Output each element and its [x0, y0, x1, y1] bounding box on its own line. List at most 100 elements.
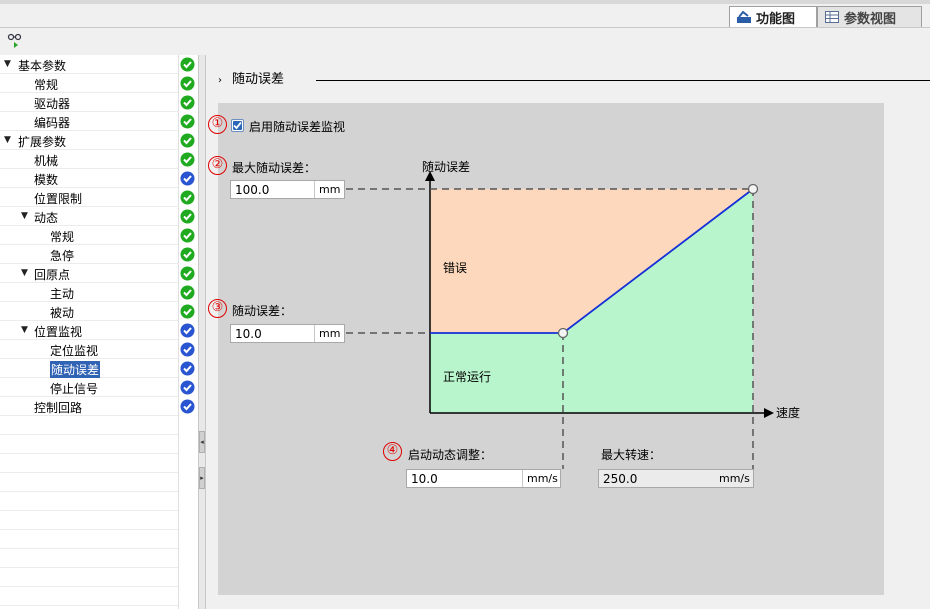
- enable-following-error-label: 启用随动误差监视: [249, 120, 346, 134]
- main-content: › 随动误差 随动误差 速度 错误 正常运行 ① 启用随动误差监视 ② 最大随动…: [206, 55, 930, 609]
- annotation-marker-3: ③: [208, 299, 227, 318]
- tree-item-label: 机械: [34, 154, 59, 168]
- tree-item[interactable]: ▼ 回原点: [0, 264, 178, 283]
- tree-item[interactable]: 位置限制: [0, 188, 178, 207]
- tree-item[interactable]: 常规: [0, 226, 178, 245]
- start-dynamic-adjust-label: 启动动态调整：: [408, 448, 493, 462]
- following-error-field[interactable]: 10.0 mm: [230, 324, 345, 343]
- tab-functional-view[interactable]: 功能图: [729, 6, 817, 27]
- expand-arrow-icon[interactable]: ▼: [4, 135, 11, 145]
- check-info-icon: [180, 399, 195, 414]
- panel-splitter[interactable]: ◂ ▸: [198, 55, 206, 609]
- tree-item-label: 定位监视: [50, 344, 99, 358]
- tree-item-label: 回原点: [34, 268, 71, 282]
- check-ok-icon: [180, 76, 195, 91]
- tree-item-label: 驱动器: [34, 97, 71, 111]
- tree-item-label: 位置限制: [34, 192, 83, 206]
- tree-item[interactable]: ▼ 动态: [0, 207, 178, 226]
- check-ok-icon: [180, 133, 195, 148]
- tree-item-label: 动态: [34, 211, 59, 225]
- collapse-left-button[interactable]: ◂: [199, 431, 205, 453]
- tree-empty-row: [0, 587, 178, 606]
- tree-item[interactable]: 模数: [0, 169, 178, 188]
- tree-item[interactable]: ▼ 基本参数: [0, 55, 178, 74]
- expand-arrow-icon[interactable]: ▼: [21, 325, 28, 335]
- max-following-error-unit: mm: [314, 181, 344, 198]
- max-error-point: [747, 183, 759, 195]
- expand-arrow-icon[interactable]: ▼: [4, 59, 11, 69]
- tree-item[interactable]: 驱动器: [0, 93, 178, 112]
- tab-functional-view-label: 功能图: [756, 11, 796, 27]
- title-strip: [0, 0, 930, 4]
- checkmark-icon: [233, 121, 242, 130]
- tree-item[interactable]: 主动: [0, 283, 178, 302]
- check-ok-icon: [180, 190, 195, 205]
- tree-item-label: 编码器: [34, 116, 71, 130]
- tree-item[interactable]: 机械: [0, 150, 178, 169]
- section-title: 随动误差: [232, 72, 285, 87]
- check-ok-icon: [180, 95, 195, 110]
- tab-parameter-view[interactable]: 参数视图: [817, 6, 922, 27]
- tree-item-label: 模数: [34, 173, 59, 187]
- check-ok-icon: [180, 266, 195, 281]
- expand-arrow-icon[interactable]: ▼: [21, 211, 28, 221]
- tree-empty-row: [0, 454, 178, 473]
- tab-parameter-view-label: 参数视图: [844, 11, 897, 27]
- check-ok-icon: [180, 57, 195, 72]
- tree-empty-row: [0, 416, 178, 435]
- check-ok-icon: [180, 228, 195, 243]
- tree-empty-row: [0, 492, 178, 511]
- check-ok-icon: [180, 247, 195, 262]
- tree-item-label: 扩展参数: [18, 135, 67, 149]
- parameter-navigation-tree: ▼ 基本参数 常规 驱动器 编码器 ▼ 扩展参数 机械 模数 位置限制 ▼ 动态 常规 急停 ▼ 回原点 主动被…: [0, 55, 198, 609]
- section-divider: [316, 80, 930, 81]
- start-dynamic-adjust-input[interactable]: 10.0: [407, 472, 522, 486]
- check-ok-icon: [180, 304, 195, 319]
- tree-item-label: 基本参数: [18, 59, 67, 73]
- tree-item[interactable]: 随动误差: [0, 359, 178, 378]
- tree-item[interactable]: 定位监视: [0, 340, 178, 359]
- check-ok-icon: [180, 114, 195, 129]
- annotation-marker-4: ④: [383, 442, 402, 461]
- check-info-icon: [180, 380, 195, 395]
- tree-item[interactable]: 控制回路: [0, 397, 178, 416]
- tree-item[interactable]: 常规: [0, 74, 178, 93]
- tree-item[interactable]: 编码器: [0, 112, 178, 131]
- section-chevron-icon[interactable]: ›: [218, 75, 222, 86]
- tree-item-label: 急停: [50, 249, 75, 263]
- tree-item[interactable]: 停止信号: [0, 378, 178, 397]
- tree-item-label: 控制回路: [34, 401, 83, 415]
- start-dynamic-adjust-field[interactable]: 10.0 mm/s: [406, 469, 561, 488]
- max-speed-unit: mm/s: [715, 470, 753, 487]
- tree-item[interactable]: ▼ 位置监视: [0, 321, 178, 340]
- max-following-error-input[interactable]: 100.0: [231, 183, 314, 197]
- tree-item[interactable]: 急停: [0, 245, 178, 264]
- section-header: › 随动误差: [218, 68, 284, 87]
- following-error-label: 随动误差：: [232, 304, 293, 318]
- max-speed-label: 最大转速：: [601, 448, 662, 462]
- top-toolbar: 功能图 参数视图: [0, 0, 930, 28]
- check-ok-icon: [180, 152, 195, 167]
- following-error-diagram: 随动误差 速度 错误 正常运行: [346, 159, 800, 469]
- tree-item-label: 随动误差: [50, 361, 101, 378]
- expand-arrow-icon[interactable]: ▼: [21, 268, 28, 278]
- tree-item[interactable]: 被动: [0, 302, 178, 321]
- check-info-icon: [180, 342, 195, 357]
- check-info-icon: [180, 361, 195, 376]
- tree-empty-row: [0, 530, 178, 549]
- tree-item-label: 主动: [50, 287, 75, 301]
- functional-view-icon: [737, 10, 751, 23]
- error-region-label: 错误: [443, 261, 467, 275]
- check-ok-icon: [180, 209, 195, 224]
- following-error-input[interactable]: 10.0: [231, 327, 314, 341]
- expand-right-button[interactable]: ▸: [199, 467, 205, 489]
- view-options-icon[interactable]: [7, 33, 25, 49]
- tree-item[interactable]: ▼ 扩展参数: [0, 131, 178, 150]
- annotation-marker-2: ②: [208, 156, 227, 175]
- tree-empty-row: [0, 511, 178, 530]
- check-info-icon: [180, 323, 195, 338]
- enable-following-error-checkbox[interactable]: [231, 119, 244, 132]
- max-following-error-field[interactable]: 100.0 mm: [230, 180, 345, 199]
- max-following-error-label: 最大随动误差：: [232, 161, 317, 175]
- x-axis-arrow: [764, 408, 774, 418]
